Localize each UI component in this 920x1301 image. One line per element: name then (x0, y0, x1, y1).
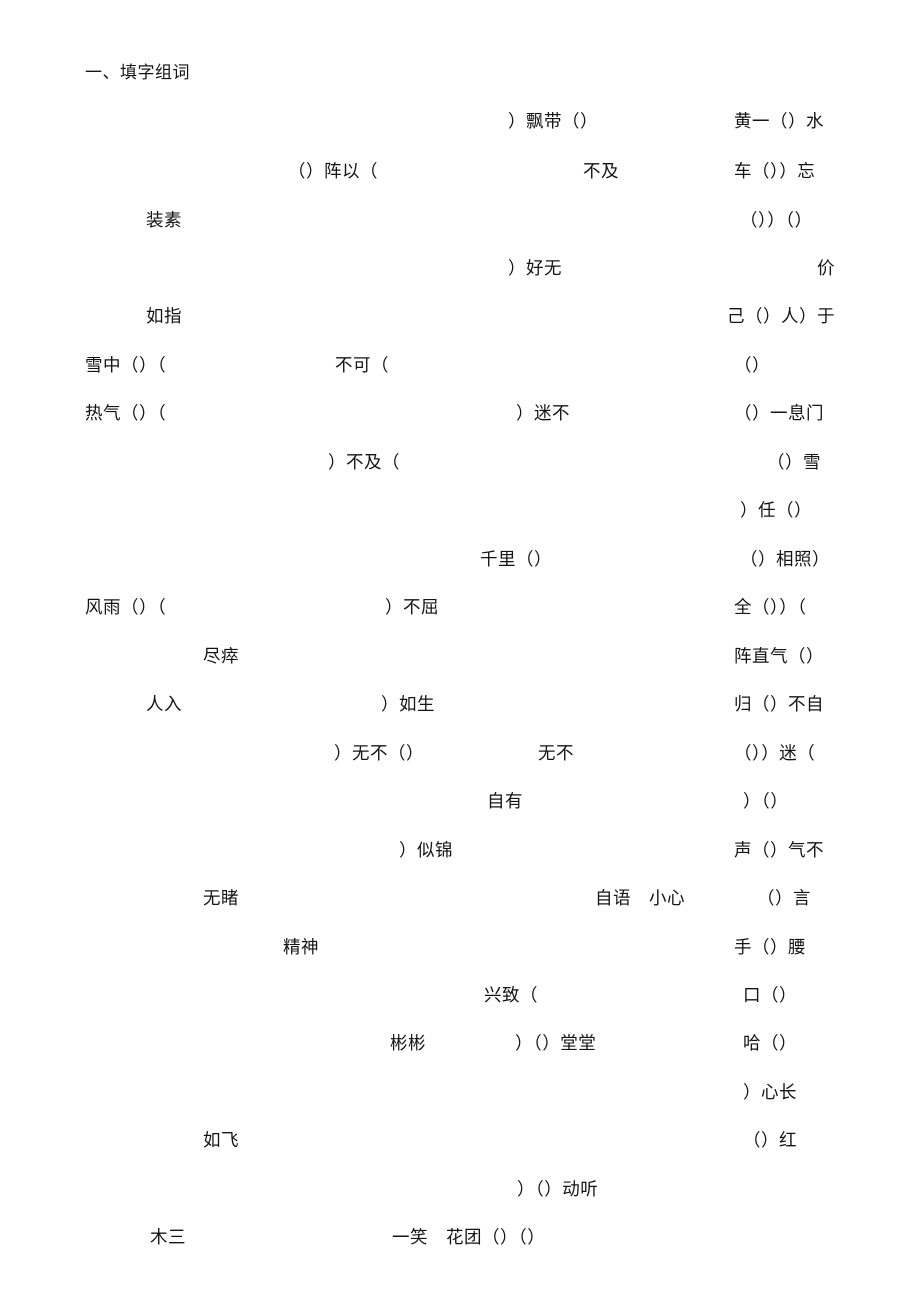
worksheet-fragment: 装素 (146, 210, 182, 230)
worksheet-row: 热气（）（ ）迷不 （）一息门 (0, 400, 920, 426)
worksheet-row: ）心长 (0, 1079, 920, 1105)
worksheet-fragment: ）（）堂堂 (515, 1033, 597, 1053)
worksheet-fragment: ）好无 (508, 258, 562, 278)
worksheet-fragment: 风雨（）（ (85, 597, 167, 617)
worksheet-fragment: 无不 (538, 743, 574, 763)
worksheet-fragment: （）言 (757, 888, 811, 908)
worksheet-fragment: 一笑 花团（）（） (392, 1227, 546, 1247)
worksheet-fragment: （）阵以（ (288, 161, 378, 181)
worksheet-row: ）好无 价 (0, 255, 920, 281)
worksheet-fragment: 人入 (146, 694, 182, 714)
worksheet-fragment: ）不屈 (385, 597, 439, 617)
worksheet-fragment: 不可（ (335, 355, 389, 375)
worksheet-fragment: ）迷不 (516, 403, 570, 423)
worksheet-row: 木三 一笑 花团（）（） (0, 1224, 920, 1250)
worksheet-fragment: 全（））（ (734, 597, 807, 617)
worksheet-fragment: 雪中（）（ (85, 355, 167, 375)
worksheet-fragment: 声（）气不 (734, 840, 824, 860)
worksheet-row: 兴致（ 口（） (0, 982, 920, 1008)
worksheet-row: ）（）动听 (0, 1176, 920, 1202)
worksheet-row: 如飞 （）红 (0, 1127, 920, 1153)
document-page: 一、填字组词 ）飘带（） 黄一（）水 （）阵以（ 不及 车（））忘 装素 （））（） ）好无价… (0, 0, 920, 1301)
worksheet-fragment: （）相照） (740, 549, 830, 569)
worksheet-fragment: （）红 (743, 1130, 797, 1150)
worksheet-fragment: ）飘带（） (508, 111, 598, 131)
worksheet-row: 千里（） （）相照） (0, 546, 920, 572)
worksheet-fragment: 归（）不自 (734, 694, 824, 714)
worksheet-fragment: 尽瘁 (203, 646, 239, 666)
worksheet-row: （）阵以（ 不及 车（））忘 (0, 158, 920, 184)
worksheet-fragment: 自语 小心 (595, 888, 685, 908)
worksheet-fragment: （）雪 (767, 452, 821, 472)
worksheet-fragment: ）不及（ (328, 452, 400, 472)
worksheet-fragment: ）如生 (381, 694, 435, 714)
worksheet-row: 无睹 自语 小心 （）言 (0, 885, 920, 911)
worksheet-fragment: （）一息门 (734, 403, 824, 423)
worksheet-row: 雪中（）（ 不可（ （） (0, 352, 920, 378)
worksheet-fragment: 自有 (487, 791, 523, 811)
worksheet-fragment: ）无不（） (334, 743, 424, 763)
worksheet-row: ）无不（） 无不 （））迷（ (0, 740, 920, 766)
worksheet-fragment: 热气（）（ (85, 403, 167, 423)
worksheet-fragment: 车（））忘 (734, 161, 816, 181)
worksheet-fragment: ）（）动听 (517, 1179, 599, 1199)
worksheet-fragment: ）任（） (740, 500, 812, 520)
worksheet-fragment: （））迷（ (734, 743, 816, 763)
worksheet-fragment: 阵直气（） (734, 646, 824, 666)
worksheet-fragment: 己（）人）于 (727, 306, 835, 326)
worksheet-fragment: （） (734, 355, 770, 375)
worksheet-fragment: ）似锦 (399, 840, 453, 860)
worksheet-fragment: 黄一（）水 (734, 111, 824, 131)
worksheet-fragment: ）（） (743, 791, 789, 811)
page-title: 一、填字组词 (85, 63, 190, 82)
worksheet-row: ）似锦 声（）气不 (0, 837, 920, 863)
worksheet-fragment: 彬彬 (390, 1033, 426, 1053)
worksheet-fragment: 木三 (150, 1227, 186, 1247)
worksheet-fragment: 无睹 (203, 888, 239, 908)
worksheet-fragment: 口（） (743, 985, 797, 1005)
worksheet-row: 如指 己（）人）于 (0, 303, 920, 329)
worksheet-row: ）任（） (0, 497, 920, 523)
worksheet-fragment: 手（）腰 (734, 937, 806, 957)
worksheet-row: 装素 （））（） (0, 207, 920, 233)
worksheet-fragment: 价 (817, 258, 835, 278)
worksheet-fragment: 精神 (283, 937, 319, 957)
worksheet-row: ）不及（ （）雪 (0, 449, 920, 475)
worksheet-row: 尽瘁 阵直气（） (0, 643, 920, 669)
worksheet-row: 人入 ）如生 归（）不自 (0, 691, 920, 717)
worksheet-row: ）飘带（） 黄一（）水 (0, 108, 920, 134)
worksheet-row: 精神 手（）腰 (0, 934, 920, 960)
worksheet-fragment: 不及 (583, 161, 619, 181)
worksheet-row: 自有 ）（） (0, 788, 920, 814)
worksheet-fragment: ）心长 (743, 1082, 797, 1102)
worksheet-fragment: 兴致（ (484, 985, 538, 1005)
worksheet-fragment: （））（） (740, 210, 813, 230)
worksheet-row: 风雨（）（ ）不屈 全（））（ (0, 594, 920, 620)
worksheet-fragment: 如指 (146, 306, 182, 326)
worksheet-fragment: 哈（） (743, 1033, 797, 1053)
worksheet-fragment: 千里（） (480, 549, 552, 569)
worksheet-fragment: 如飞 (203, 1130, 239, 1150)
worksheet-row: 彬彬 ）（）堂堂 哈（） (0, 1030, 920, 1056)
